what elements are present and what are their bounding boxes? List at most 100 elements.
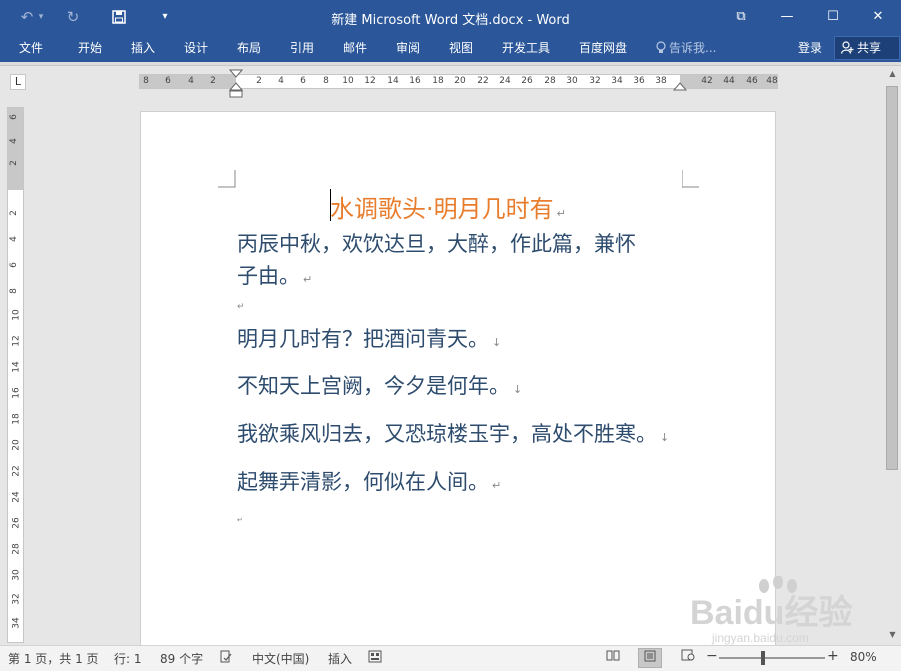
tell-me-search[interactable]: 告诉我... [656, 39, 716, 56]
tab-developer[interactable]: 开发工具 [502, 39, 550, 56]
document-page[interactable]: 水调歌头·明月几时有 ↵ 丙辰中秋，欢饮达旦，大醉，作此篇，兼怀 子由。 ↵ ↵ 明… [140, 111, 776, 651]
ruler-tick: 4 [8, 236, 19, 242]
ruler-tick: 26 [521, 76, 533, 86]
indent-markers[interactable] [229, 69, 243, 99]
ruler-tick: 46 [746, 76, 758, 86]
word-count[interactable]: 89 个字 [160, 650, 203, 667]
tab-view[interactable]: 视图 [449, 39, 473, 56]
status-bar: 第 1 页，共 1 页 行: 1 89 个字 中文(中国) 插入 − + 80% [0, 645, 901, 671]
ruler-tick: 24 [499, 76, 511, 86]
paragraph-mark: ↵ [556, 207, 566, 220]
tab-references[interactable]: 引用 [290, 39, 314, 56]
ribbon-collapsed-edge [0, 62, 901, 66]
verse-4-text: 起舞弄清影，何似在人间。 [237, 470, 489, 494]
ruler-tick: 28 [11, 543, 22, 555]
maximize-button[interactable]: ☐ [810, 0, 856, 35]
verse-1-text: 明月几时有？把酒问青天。 [237, 327, 489, 351]
ruler-tick: 2 [8, 210, 19, 216]
ruler-tick: 18 [11, 413, 22, 425]
margin-corner-top-left [218, 170, 236, 188]
ruler-tick: 2 [256, 76, 262, 86]
ruler-tick: 32 [11, 593, 22, 605]
proofing-icon[interactable] [220, 650, 234, 666]
zoom-slider-track[interactable] [719, 657, 825, 659]
ruler-tick: 10 [342, 76, 354, 86]
tab-layout[interactable]: 布局 [237, 39, 261, 56]
ruler-tick: 34 [611, 76, 623, 86]
zoom-level[interactable]: 80% [850, 650, 877, 664]
ruler-tick: 20 [11, 439, 22, 451]
print-layout-button[interactable] [638, 648, 662, 668]
read-mode-button[interactable] [601, 648, 625, 668]
share-label: 共享 [857, 41, 882, 55]
paragraph-verse-1[interactable]: 明月几时有？把酒问青天。 ↓ [237, 323, 501, 353]
verse-3-text: 我欲乘风归去，又恐琼楼玉宇，高处不胜寒。 [237, 422, 657, 446]
ruler-tick: 12 [11, 335, 22, 347]
web-layout-button[interactable] [676, 648, 700, 668]
ruler-tick: 24 [11, 491, 22, 503]
minimize-icon: — [780, 9, 794, 24]
ruler-tick: 22 [477, 76, 489, 86]
ruler-tick: 30 [11, 569, 22, 581]
scrollbar-thumb[interactable] [886, 86, 898, 470]
ruler-tick: 6 [8, 114, 19, 120]
ruler-tick: 8 [323, 76, 329, 86]
zoom-slider-thumb[interactable] [761, 651, 765, 665]
tab-file[interactable]: 文件 [19, 39, 43, 56]
login-button[interactable]: 登录 [798, 39, 822, 56]
paragraph-preface-line-2[interactable]: 子由。 ↵ [237, 260, 312, 290]
tab-insert[interactable]: 插入 [131, 39, 155, 56]
tab-home[interactable]: 开始 [78, 39, 102, 56]
vertical-ruler[interactable]: 6 4 2 2 4 6 8 10 12 14 16 18 20 22 24 26… [7, 107, 24, 643]
close-button[interactable]: ✕ [855, 0, 901, 35]
line-break-mark: ↓ [660, 431, 670, 444]
paragraph-verse-2[interactable]: 不知天上宫阙，今夕是何年。 ↓ [237, 370, 522, 400]
maximize-icon: ☐ [827, 9, 839, 24]
tab-review[interactable]: 审阅 [396, 39, 420, 56]
paragraph-preface-line-1[interactable]: 丙辰中秋，欢饮达旦，大醉，作此篇，兼怀 [237, 228, 636, 258]
insert-mode-indicator[interactable]: 插入 [328, 650, 352, 667]
share-button[interactable]: 共享 [834, 36, 900, 60]
ruler-tick: 22 [11, 465, 22, 477]
ruler-tick: 4 [278, 76, 284, 86]
paragraph-mark: ↵ [492, 479, 502, 492]
ruler-tick: 10 [11, 309, 22, 321]
ruler-tick: 44 [723, 76, 735, 86]
ruler-tick: 6 [165, 76, 171, 86]
ribbon-tab-bar: 文件 开始 插入 设计 布局 引用 邮件 审阅 视图 开发工具 百度网盘 告诉我… [0, 35, 901, 62]
scroll-up-arrow-icon[interactable]: ▲ [887, 69, 898, 80]
tab-selector[interactable]: L [10, 74, 26, 90]
ruler-tick: 16 [409, 76, 421, 86]
page-count[interactable]: 第 1 页，共 1 页 [8, 650, 99, 667]
tab-baidu-netdisk[interactable]: 百度网盘 [579, 39, 627, 56]
zoom-out-button[interactable]: − [706, 648, 718, 664]
macro-record-icon[interactable] [368, 650, 382, 666]
ruler-tick: 8 [143, 76, 149, 86]
paragraph-verse-4[interactable]: 起舞弄清影，何似在人间。 ↵ [237, 466, 501, 496]
verse-2-text: 不知天上宫阙，今夕是何年。 [237, 374, 510, 398]
document-title[interactable]: 水调歌头·明月几时有 ↵ [330, 189, 566, 224]
baidu-jingyan-watermark: Baidu经验 jingyan.baidu.com [690, 576, 852, 645]
line-break-mark: ↓ [492, 336, 502, 349]
ruler-tick: 6 [8, 262, 19, 268]
tab-design[interactable]: 设计 [184, 39, 208, 56]
language-indicator[interactable]: 中文(中国) [252, 650, 309, 667]
line-number[interactable]: 行: 1 [114, 650, 142, 667]
ruler-tick: 38 [655, 76, 667, 86]
zoom-in-button[interactable]: + [827, 648, 839, 664]
ruler-tick: 2 [8, 160, 19, 166]
ruler-tick: 30 [566, 76, 578, 86]
vertical-scrollbar[interactable]: ▲ ▼ [884, 66, 901, 645]
ruler-tick: 26 [11, 517, 22, 529]
close-icon: ✕ [872, 9, 884, 24]
ribbon-display-options-button[interactable]: ⧉ [718, 0, 764, 35]
right-indent-marker[interactable] [673, 82, 687, 92]
ruler-tick: 28 [544, 76, 556, 86]
preface-line-2-text: 子由。 [237, 264, 300, 288]
paragraph-verse-3[interactable]: 我欲乘风归去，又恐琼楼玉宇，高处不胜寒。 ↓ [237, 418, 669, 448]
lightbulb-icon [656, 41, 666, 53]
minimize-button[interactable]: — [764, 0, 810, 35]
watermark-url: jingyan.baidu.com [711, 631, 809, 645]
tab-mailings[interactable]: 邮件 [343, 39, 367, 56]
ruler-tick: 4 [188, 76, 194, 86]
